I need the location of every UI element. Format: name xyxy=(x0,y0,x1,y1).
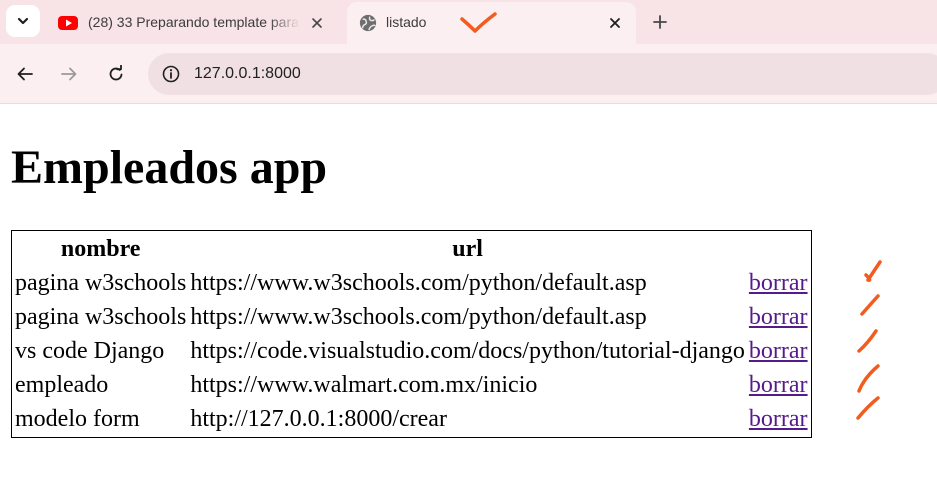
cell-url: https://www.w3schools.com/python/default… xyxy=(190,270,647,296)
globe-icon xyxy=(359,14,377,32)
cell-nombre: vs code Django xyxy=(15,338,165,364)
delete-link[interactable]: borrar xyxy=(749,406,808,432)
tab-search-button[interactable] xyxy=(6,5,40,37)
cell-nombre: pagina w3schools xyxy=(15,270,187,296)
address-bar[interactable]: 127.0.0.1:8000 xyxy=(148,53,937,95)
tab-listado[interactable]: listado xyxy=(347,2,636,44)
back-button[interactable] xyxy=(14,63,36,85)
cell-url: http://127.0.0.1:8000/crear xyxy=(190,406,447,432)
forward-button[interactable] xyxy=(58,63,80,85)
reload-icon xyxy=(109,65,123,81)
cell-url: https://www.walmart.com.mx/inicio xyxy=(190,372,538,398)
delete-link[interactable]: borrar xyxy=(749,270,808,296)
tab-youtube[interactable]: (28) 33 Preparando template para xyxy=(46,2,341,44)
table-row: vs code Django https://code.visualstudio… xyxy=(14,335,809,367)
table-row: empleado https://www.walmart.com.mx/inic… xyxy=(14,369,809,401)
close-tab-icon[interactable] xyxy=(607,15,623,31)
page-title: Empleados app xyxy=(11,141,328,194)
cell-nombre: pagina w3schools xyxy=(15,304,187,330)
tab-title: (28) 33 Preparando template para xyxy=(88,14,299,30)
cell-nombre: empleado xyxy=(15,372,109,398)
tab-title: listado xyxy=(386,14,427,30)
plus-icon xyxy=(653,15,667,29)
chevron-down-icon xyxy=(17,17,29,25)
page-content: Empleados app nombre url pagina w3school… xyxy=(0,105,937,486)
table-header-row: nombre url xyxy=(14,233,809,265)
tab-strip: (28) 33 Preparando template para listado xyxy=(0,0,937,44)
delete-link[interactable]: borrar xyxy=(749,372,808,398)
cell-nombre: modelo form xyxy=(15,406,140,432)
table-row: pagina w3schools https://www.w3schools.c… xyxy=(14,267,809,299)
column-header-nombre: nombre xyxy=(60,236,141,262)
delete-link[interactable]: borrar xyxy=(749,338,808,364)
browser-toolbar: 127.0.0.1:8000 xyxy=(0,44,937,104)
table-row: pagina w3schools https://www.w3schools.c… xyxy=(14,301,809,333)
arrow-right-icon xyxy=(61,67,77,81)
employees-table: nombre url pagina w3schools https://www.… xyxy=(11,230,812,438)
close-tab-icon[interactable] xyxy=(309,15,325,31)
reload-button[interactable] xyxy=(105,63,127,85)
column-header-actions xyxy=(748,233,809,265)
column-header-url: url xyxy=(452,236,483,262)
cell-url: https://code.visualstudio.com/docs/pytho… xyxy=(190,338,745,364)
cell-url: https://www.w3schools.com/python/default… xyxy=(190,304,647,330)
url-text[interactable]: 127.0.0.1:8000 xyxy=(194,65,301,83)
delete-link[interactable]: borrar xyxy=(749,304,808,330)
arrow-left-icon xyxy=(17,67,33,81)
table-row: modelo form http://127.0.0.1:8000/crear … xyxy=(14,403,809,435)
info-icon[interactable] xyxy=(160,63,182,85)
new-tab-button[interactable] xyxy=(648,10,672,34)
youtube-icon xyxy=(58,16,78,30)
